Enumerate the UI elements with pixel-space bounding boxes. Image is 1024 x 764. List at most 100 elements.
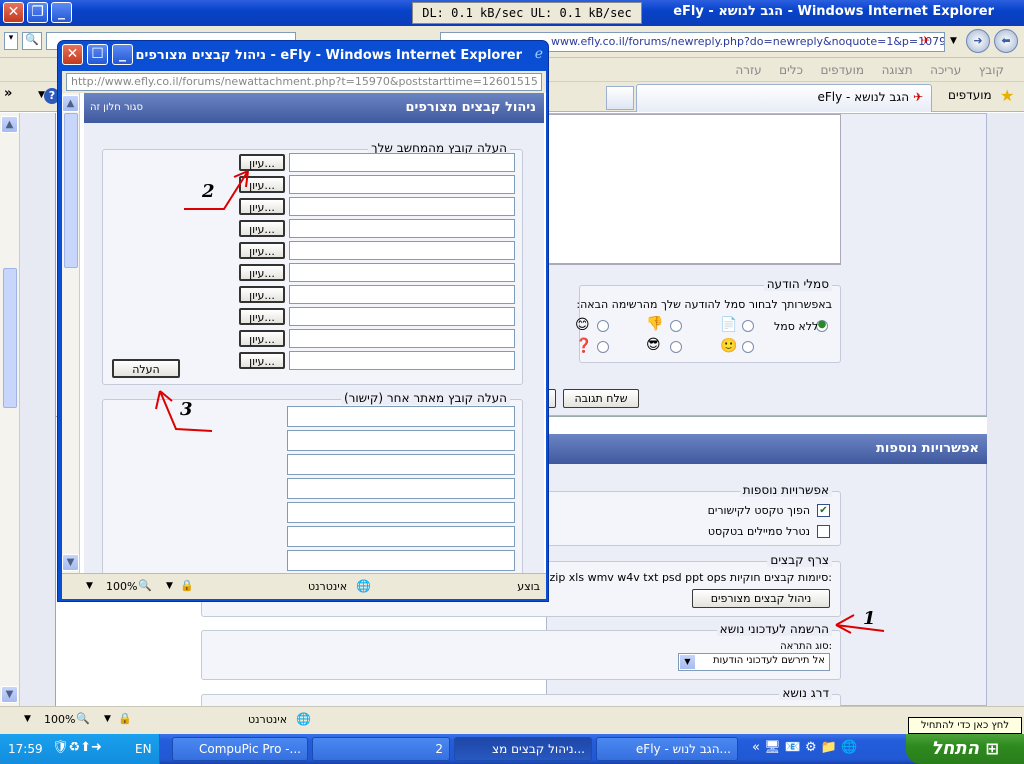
radio-icon-smile[interactable]: [597, 320, 609, 332]
thumbs-down-icon: 👎: [646, 316, 664, 332]
file-path-input[interactable]: [289, 197, 515, 216]
annotation-label-3: 3: [180, 399, 193, 420]
taskbar-item-folders[interactable]: 2: [312, 737, 450, 761]
zoom-dropdown-icon[interactable]: ▼: [86, 581, 93, 591]
main-window-title: eFly - הגב לנושא - Windows Internet Expl…: [673, 4, 994, 19]
popup-title: ניהול קבצים מצורפים - eFly - Windows Int…: [135, 48, 522, 63]
browse-button[interactable]: עיון...: [239, 220, 285, 237]
annotation-arrow-2: [184, 170, 249, 210]
upload-local-fieldset: העלה קובץ מהמחשב שלך עיון... עיון... עיון.…: [102, 141, 523, 385]
quick-launch-icons[interactable]: « 🖥 📧 ⚙ 📁 🌐: [752, 740, 857, 755]
chevron-icon[interactable]: »: [4, 86, 12, 101]
file-url-input[interactable]: [287, 550, 515, 571]
new-tab-button[interactable]: [606, 86, 634, 110]
radio-icon-post[interactable]: [742, 320, 754, 332]
taskbar-item-efly[interactable]: eFly - הגב לנוש...: [596, 737, 738, 761]
taskbar-item-compupic[interactable]: CompuPic Pro -...: [172, 737, 308, 761]
file-path-input[interactable]: [289, 153, 515, 172]
close-window-link[interactable]: סגור חלון זה: [90, 93, 143, 123]
language-indicator[interactable]: EN: [135, 742, 152, 756]
protected-mode-dropdown-icon[interactable]: ▼: [166, 581, 173, 591]
file-path-input[interactable]: [289, 307, 515, 326]
message-textarea[interactable]: [541, 114, 841, 264]
extra-options-header: אפשרויות נוספות: [546, 434, 987, 464]
send-reply-button[interactable]: שלח תגובה: [563, 389, 639, 408]
restore-window-button[interactable]: ❐: [27, 2, 48, 23]
file-path-input[interactable]: [289, 219, 515, 238]
lock-icon: 🔒: [118, 712, 132, 725]
file-path-input[interactable]: [289, 175, 515, 194]
search-icon[interactable]: 🔍: [22, 32, 42, 50]
file-url-input[interactable]: [287, 478, 515, 499]
menu-favorites[interactable]: מועדפים: [820, 63, 864, 77]
popup-body: ▲ ▼ ניהול קבצים מצורפים סגור חלון זה העל…: [62, 93, 546, 575]
forward-button[interactable]: ➜: [966, 29, 990, 53]
notification-type-select[interactable]: ▼ אל תירשם לעדכוני הודעות: [678, 653, 830, 671]
radio-icon-question[interactable]: [597, 341, 609, 353]
browse-button[interactable]: עיון...: [239, 352, 285, 369]
popup-close-button[interactable]: ✕: [62, 44, 83, 65]
file-path-input[interactable]: [289, 285, 515, 304]
radio-icon-happy[interactable]: [742, 341, 754, 353]
protected-mode-dropdown-icon[interactable]: ▼: [104, 714, 111, 724]
history-dropdown-icon[interactable]: ▼: [950, 36, 957, 46]
star-icon[interactable]: ★: [1000, 86, 1014, 105]
extra-options-legend: אפשרויות נוספות: [739, 483, 832, 497]
extensions-label: סיומות קבצים חוקיות:: [729, 571, 832, 584]
subscribe-fieldset: הרשמה לעדכוני נושא סוג התראה: ▼ אל תירשם…: [201, 622, 841, 680]
upload-button[interactable]: העלה: [112, 359, 180, 378]
checkbox-parse-links[interactable]: ✔: [817, 504, 830, 517]
file-path-input[interactable]: [289, 351, 515, 370]
file-url-input[interactable]: [287, 406, 515, 427]
browse-button[interactable]: עיון...: [239, 286, 285, 303]
file-url-input[interactable]: [287, 430, 515, 451]
clock[interactable]: 17:59: [8, 742, 43, 756]
zoom-icon[interactable]: 🔍: [76, 712, 90, 725]
popup-scroll-down-button[interactable]: ▼: [62, 554, 79, 571]
scroll-up-button[interactable]: ▲: [1, 116, 18, 133]
dropdown-button[interactable]: ▾: [4, 32, 18, 50]
file-path-input[interactable]: [289, 329, 515, 348]
scrollbar[interactable]: ▲ ▼: [0, 113, 20, 706]
popup-scroll-thumb[interactable]: [64, 113, 78, 268]
browse-button[interactable]: עיון...: [239, 308, 285, 325]
popup-minimize-button[interactable]: _: [112, 44, 133, 65]
scroll-thumb[interactable]: [3, 268, 17, 408]
menu-help[interactable]: עזרה: [735, 63, 761, 77]
extensions-line: zip xls wmv w4v txt psd ppt ops סיומות ק…: [549, 571, 832, 584]
file-url-input[interactable]: [287, 454, 515, 475]
file-path-input[interactable]: [289, 263, 515, 282]
scroll-down-button[interactable]: ▼: [1, 686, 18, 703]
minimize-window-button[interactable]: _: [51, 2, 72, 23]
popup-scrollbar[interactable]: ▲ ▼: [62, 93, 80, 573]
tab-efly[interactable]: eFly - הגב לנושא ✈: [636, 84, 932, 112]
favorites-label[interactable]: מועדפים: [948, 88, 992, 102]
taskbar-item-manage-attachments[interactable]: ניהול קבצים מצ...: [454, 737, 592, 761]
popup-zoom-level[interactable]: 100%: [106, 580, 137, 593]
radio-icon-thumbdown[interactable]: [670, 320, 682, 332]
radio-icon-cool[interactable]: [670, 341, 682, 353]
browse-button[interactable]: עיון...: [239, 264, 285, 281]
close-window-button[interactable]: ✕: [3, 2, 24, 23]
zoom-level[interactable]: 100%: [44, 713, 75, 726]
file-url-input[interactable]: [287, 526, 515, 547]
popup-url[interactable]: http://www.efly.co.il/forums/newattachme…: [66, 73, 542, 91]
menu-view[interactable]: תצוגה: [882, 63, 913, 77]
back-button[interactable]: ⬅: [994, 29, 1018, 53]
menu-edit[interactable]: עריכה: [930, 63, 961, 77]
file-url-input[interactable]: [287, 502, 515, 523]
browse-button[interactable]: עיון...: [239, 330, 285, 347]
tab-label: eFly - הגב לנושא: [817, 90, 910, 104]
checkbox-disable-smilies[interactable]: [817, 525, 830, 538]
popup-maximize-button[interactable]: ☐: [87, 44, 108, 65]
file-path-input[interactable]: [289, 241, 515, 260]
start-button[interactable]: התחל ⊞: [906, 734, 1024, 764]
zoom-dropdown-icon[interactable]: ▼: [24, 714, 31, 724]
popup-scroll-up-button[interactable]: ▲: [62, 95, 79, 112]
menu-tools[interactable]: כלים: [779, 63, 803, 77]
browse-button[interactable]: עיון...: [239, 242, 285, 259]
menu-file[interactable]: קובץ: [979, 63, 1004, 77]
ie-logo-icon: ℯ: [534, 46, 543, 62]
tray-icons[interactable]: 🛡♻⬆➜: [52, 740, 102, 755]
zoom-icon[interactable]: 🔍: [138, 579, 152, 592]
